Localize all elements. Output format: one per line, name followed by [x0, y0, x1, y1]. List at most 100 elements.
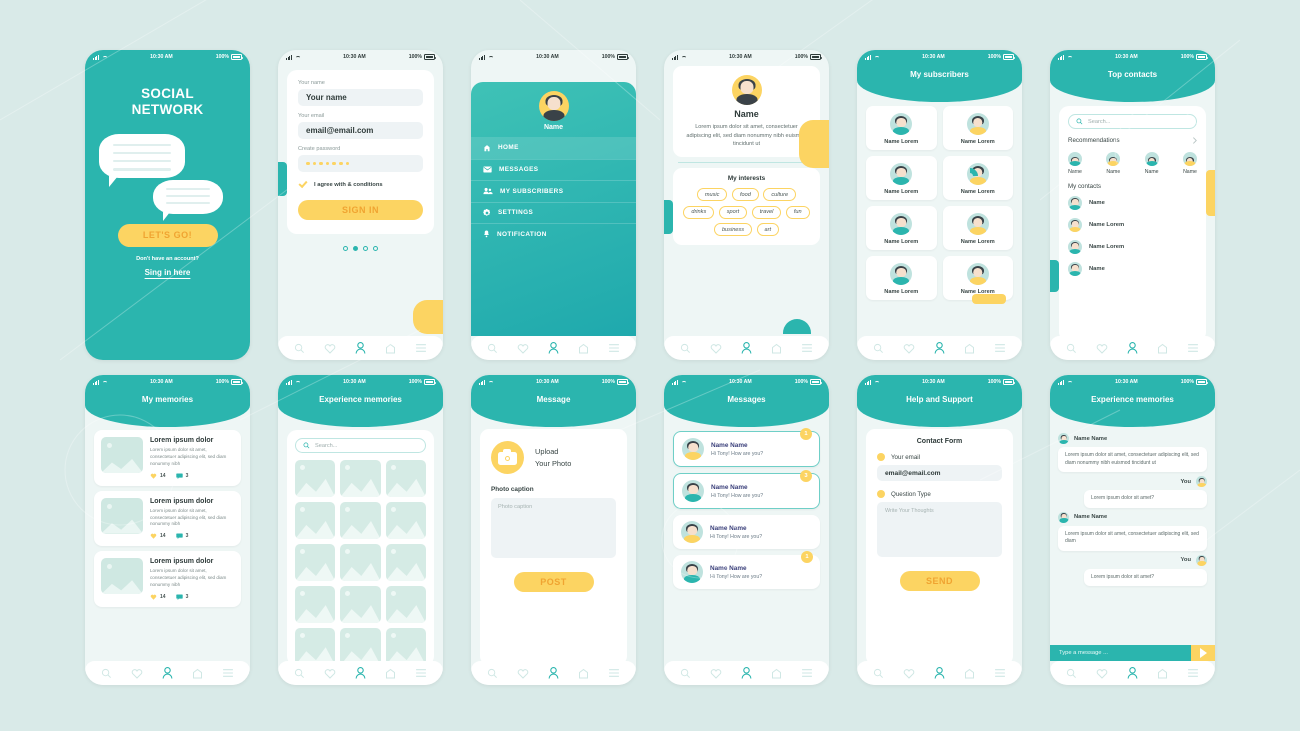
page-dot[interactable]	[343, 246, 348, 251]
message-row[interactable]: Name Name Hi Tony! How are you? 3	[673, 470, 820, 509]
photo-cell[interactable]	[295, 544, 336, 582]
upload-row[interactable]: Upload Your Photo	[491, 441, 616, 474]
photo-cell[interactable]	[295, 628, 336, 661]
interest-tag[interactable]: fun	[785, 205, 810, 219]
interest-tag[interactable]: culture	[763, 188, 797, 202]
send-icon[interactable]	[1191, 645, 1215, 661]
search-icon[interactable]	[487, 343, 498, 354]
check-icon[interactable]	[298, 180, 308, 190]
interest-tag[interactable]: food	[731, 188, 759, 202]
page-dot-active[interactable]	[353, 246, 358, 251]
heart-icon[interactable]	[131, 668, 143, 679]
home-icon[interactable]	[385, 668, 396, 679]
lets-go-button[interactable]: LET'S GO!	[117, 223, 218, 247]
email-input[interactable]: email@email.com	[877, 465, 1002, 481]
page-dot[interactable]	[363, 246, 368, 251]
heart-icon[interactable]	[903, 668, 915, 679]
message-row[interactable]: Name Name Hi Tony! How are you?	[673, 515, 820, 549]
recommendation-item[interactable]: Name	[1068, 149, 1082, 175]
menu-icon[interactable]	[801, 343, 813, 353]
message-input-bar[interactable]: Type a message ...	[1050, 645, 1215, 661]
search-icon[interactable]	[487, 668, 498, 679]
person-icon[interactable]	[1127, 342, 1138, 354]
email-input[interactable]: email@email.com	[298, 122, 423, 139]
like-count[interactable]: 14	[150, 533, 166, 539]
menu-icon[interactable]	[222, 668, 234, 678]
menu-item-subscribers[interactable]: MY SUBSCRIBERS	[471, 180, 636, 202]
bottom-nav[interactable]	[664, 661, 829, 685]
search-icon[interactable]	[873, 343, 884, 354]
person-icon[interactable]	[1127, 667, 1138, 679]
menu-icon[interactable]	[608, 343, 620, 353]
menu-icon[interactable]	[1187, 343, 1199, 353]
interest-tag[interactable]: drinks	[683, 205, 715, 219]
home-icon[interactable]	[1157, 343, 1168, 354]
message-row[interactable]: Name Name Hi Tony! How are you? 1	[673, 428, 820, 467]
bottom-nav[interactable]	[278, 661, 443, 685]
home-icon[interactable]	[964, 343, 975, 354]
menu-profile[interactable]: Name	[471, 82, 636, 137]
subscriber-card[interactable]: Name Lorem	[942, 106, 1013, 150]
menu-icon[interactable]	[994, 668, 1006, 678]
search-input[interactable]: Search...	[1068, 114, 1197, 129]
chevron-right-icon[interactable]	[1192, 137, 1197, 144]
menu-icon[interactable]	[1187, 668, 1199, 678]
contact-row[interactable]: Name	[1068, 258, 1197, 280]
bottom-nav[interactable]	[857, 661, 1022, 685]
person-icon[interactable]	[548, 342, 559, 354]
search-icon[interactable]	[294, 343, 305, 354]
photo-cell[interactable]	[385, 628, 426, 661]
subscriber-card[interactable]: Name Lorem	[866, 256, 937, 300]
interest-tag[interactable]: music	[696, 188, 728, 202]
page-dot[interactable]	[373, 246, 378, 251]
heart-icon[interactable]	[710, 343, 722, 354]
photo-cell[interactable]	[340, 460, 381, 498]
search-icon[interactable]	[101, 668, 112, 679]
photo-cell[interactable]	[385, 544, 426, 582]
person-icon[interactable]	[934, 667, 945, 679]
home-icon[interactable]	[964, 668, 975, 679]
memory-card[interactable]: Lorem ipsum dolor Lorem ipsum dolor sit …	[94, 430, 241, 486]
home-icon[interactable]	[385, 343, 396, 354]
interest-tag[interactable]: travel	[751, 205, 782, 219]
message-row[interactable]: Name Name Hi Tony! How are you? 1	[673, 551, 820, 589]
menu-icon[interactable]	[415, 668, 427, 678]
bottom-nav[interactable]	[85, 661, 250, 685]
search-icon[interactable]	[680, 668, 691, 679]
menu-item-messages[interactable]: MESSAGES	[471, 158, 636, 181]
page-indicator[interactable]	[278, 246, 443, 251]
post-button[interactable]: POST	[513, 572, 594, 592]
bottom-nav[interactable]	[1050, 336, 1215, 360]
photo-cell[interactable]	[385, 586, 426, 624]
comment-count[interactable]: 3	[175, 533, 188, 539]
person-icon[interactable]	[355, 667, 366, 679]
heart-icon[interactable]	[903, 343, 915, 354]
menu-item-settings[interactable]: SETTINGS	[471, 201, 636, 224]
heart-icon[interactable]	[517, 668, 529, 679]
home-icon[interactable]	[578, 668, 589, 679]
person-icon[interactable]	[162, 667, 173, 679]
home-icon[interactable]	[192, 668, 203, 679]
interest-tag[interactable]: art	[756, 223, 780, 237]
avatar[interactable]	[731, 75, 762, 105]
subscriber-card[interactable]: Name Lorem	[942, 206, 1013, 250]
search-input[interactable]: Search...	[295, 438, 426, 453]
menu-item-notification[interactable]: NOTIFICATION	[471, 223, 636, 245]
photo-cell[interactable]	[295, 460, 336, 498]
photo-cell[interactable]	[295, 502, 336, 540]
search-icon[interactable]	[1066, 668, 1077, 679]
like-count[interactable]: 14	[150, 594, 166, 600]
bottom-nav[interactable]	[857, 336, 1022, 360]
menu-icon[interactable]	[801, 668, 813, 678]
search-icon[interactable]	[873, 668, 884, 679]
terms-row[interactable]: I agree with & conditions	[298, 180, 423, 190]
home-icon[interactable]	[578, 343, 589, 354]
avatar[interactable]	[538, 91, 569, 121]
sign-in-link[interactable]: Sing in here	[85, 268, 250, 277]
person-icon[interactable]	[741, 342, 752, 354]
photo-cell[interactable]	[340, 628, 381, 661]
menu-icon[interactable]	[415, 343, 427, 353]
contact-row[interactable]: Name Lorem	[1068, 236, 1197, 258]
bottom-nav[interactable]	[471, 661, 636, 685]
photo-cell[interactable]	[340, 502, 381, 540]
